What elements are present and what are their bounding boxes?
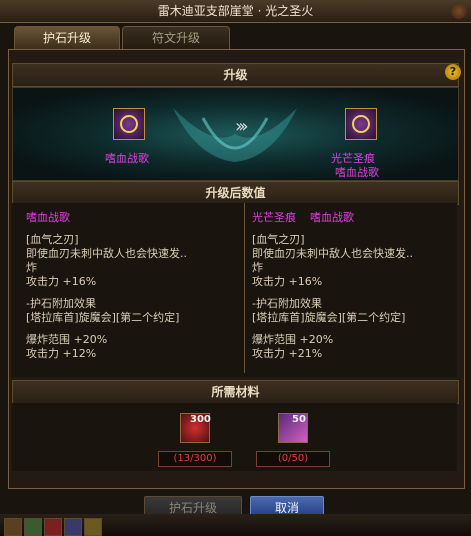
hotbar-slot-icon[interactable] (24, 518, 42, 536)
upgrade-display: 嗜血战歌 ››› 光芒圣痕 嗜血战歌 (12, 87, 459, 181)
right-atk: 攻击力 +16% (252, 275, 323, 288)
right-skill: [血气之刃] (252, 233, 305, 246)
materials-list: 300 (13/300) 50 (0/50) (12, 403, 457, 471)
left-range: 爆炸范围 +20% (26, 333, 108, 346)
right-desc1: 即使血刃未刺中敌人也会快速发.. (252, 247, 413, 260)
right-values: 光芒圣痕 嗜血战歌 [血气之刃] 即使血刃未刺中敌人也会快速发.. 炸 攻击力 … (252, 211, 413, 361)
left-values: 嗜血战歌 [血气之刃] 即使血刃未刺中敌人也会快速发.. 炸 攻击力 +16% … (26, 211, 187, 361)
column-divider (244, 203, 245, 373)
left-desc1: 即使血刃未刺中敌人也会快速发.. (26, 247, 187, 260)
tab-rune-upgrade[interactable]: 符文升级 (122, 26, 230, 49)
right-desc2: 炸 (252, 261, 263, 274)
close-icon[interactable] (451, 3, 467, 19)
right-atk2: 攻击力 +21% (252, 347, 323, 360)
arrow-right-icon: ››› (235, 116, 248, 137)
right-set-header: -护石附加效果 (252, 297, 322, 310)
target-item-name-line2: 嗜血战歌 (335, 166, 379, 179)
material-count: 50 (292, 414, 306, 425)
right-item-name-part2: 嗜血战歌 (310, 211, 354, 224)
target-item-slot[interactable] (345, 108, 377, 140)
upgrade-header: 升级 (12, 63, 459, 87)
window-title: 雷木迪亚支部崖堂 · 光之圣火 (157, 4, 314, 18)
material-have: (0/50) (256, 451, 330, 467)
left-set-header: -护石附加效果 (26, 297, 96, 310)
hotbar-slot-icon[interactable] (64, 518, 82, 536)
material-count: 300 (190, 414, 211, 425)
hotbar-slot-icon[interactable] (84, 518, 102, 536)
left-atk2: 攻击力 +12% (26, 347, 97, 360)
help-icon[interactable]: ? (445, 64, 461, 80)
source-item-name: 嗜血战歌 (105, 152, 149, 165)
material-have: (13/300) (158, 451, 232, 467)
right-item-name-part1: 光芒圣痕 (252, 211, 296, 224)
left-set-name: [塔拉库首]旋魔会][第二个约定] (26, 311, 180, 324)
talisman-icon (352, 115, 370, 133)
right-range: 爆炸范围 +20% (252, 333, 334, 346)
hotbar-slot-icon[interactable] (4, 518, 22, 536)
hotbar (0, 514, 471, 536)
left-skill: [血气之刃] (26, 233, 79, 246)
source-item-slot[interactable] (113, 108, 145, 140)
values-comparison: 嗜血战歌 [血气之刃] 即使血刃未刺中敌人也会快速发.. 炸 攻击力 +16% … (12, 203, 457, 377)
left-item-name: 嗜血战歌 (26, 211, 70, 224)
talisman-icon (120, 115, 138, 133)
materials-header: 所需材料 (12, 380, 459, 404)
left-desc2: 炸 (26, 261, 37, 274)
hotbar-slot-icon[interactable] (44, 518, 62, 536)
left-atk: 攻击力 +16% (26, 275, 97, 288)
tab-talisman-upgrade[interactable]: 护石升级 (14, 26, 120, 49)
values-header: 升级后数值 (12, 181, 459, 205)
right-set-name: [塔拉库首]旋魔会][第二个约定] (252, 311, 406, 324)
window-titlebar: 雷木迪亚支部崖堂 · 光之圣火 (0, 0, 471, 23)
